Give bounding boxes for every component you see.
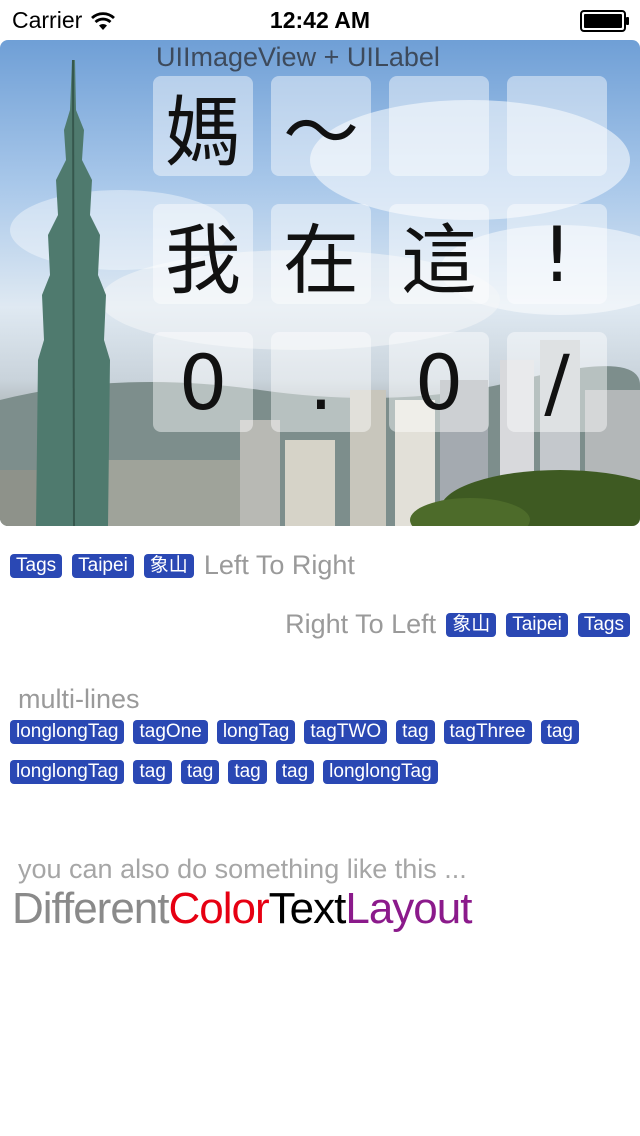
- glyph-cell: 0: [389, 332, 489, 432]
- tag[interactable]: longTag: [216, 720, 296, 744]
- tag[interactable]: tag: [396, 720, 435, 744]
- glyph-cell: 我: [153, 204, 253, 305]
- status-bar: Carrier 12:42 AM: [0, 0, 640, 40]
- status-time: 12:42 AM: [269, 7, 371, 33]
- glyph-cell: !: [507, 204, 607, 304]
- tag[interactable]: tag: [275, 760, 315, 784]
- glyph-cell: [389, 76, 489, 176]
- tag[interactable]: tag: [228, 760, 267, 784]
- tag[interactable]: longlongTag: [10, 760, 125, 784]
- glyph-cell: .: [271, 332, 371, 432]
- tag[interactable]: longlongTag: [10, 720, 125, 744]
- multi-lines-label: multi-lines: [18, 684, 140, 714]
- color-word: Different: [12, 884, 169, 933]
- glyph-cell: /: [507, 332, 607, 432]
- left-to-right-label: Left To Right: [203, 550, 355, 580]
- tag[interactable]: tagOne: [133, 720, 208, 744]
- tag[interactable]: longlongTag: [323, 760, 438, 784]
- tag[interactable]: tagThree: [443, 720, 532, 744]
- tag[interactable]: tag: [180, 760, 220, 784]
- tag[interactable]: 象山: [143, 553, 194, 578]
- color-word: Color: [168, 884, 270, 933]
- hero-image-view: UIImageView + UILabel 媽 ～ 我 在 這 ! 0 . 0 …: [0, 40, 640, 526]
- hint-label: you can also do something like this ...: [18, 854, 467, 884]
- tags-left-to-right-row: Tags Taipei 象山 Left To Right: [10, 550, 355, 581]
- multi-lines-tag-row: longlongTag tag tag tag tag longlongTag: [10, 760, 438, 784]
- tag[interactable]: Taipei: [72, 553, 134, 578]
- right-to-left-label: Right To Left: [285, 609, 437, 639]
- tag[interactable]: 象山: [446, 612, 497, 637]
- tags-right-to-left-row: Right To Left 象山 Taipei Tags: [285, 609, 630, 640]
- tag[interactable]: tag: [133, 760, 172, 784]
- glyph-cell: 在: [271, 204, 371, 305]
- hero-caption: UIImageView + UILabel: [156, 42, 440, 72]
- glyph-grid: 媽 ～ 我 在 這 ! 0 . 0 /: [153, 76, 609, 434]
- tag[interactable]: tag: [540, 720, 579, 744]
- color-text-layout: DifferentColorTextLayout: [12, 884, 472, 934]
- glyph-cell: 0: [153, 332, 253, 432]
- glyph-cell: [507, 76, 607, 176]
- multi-lines-tag-row: longlongTag tagOne longTag tagTWO tag ta…: [10, 720, 579, 744]
- tag[interactable]: tagTWO: [304, 720, 388, 744]
- glyph-cell: 媽: [153, 76, 253, 177]
- battery-icon: [580, 10, 629, 32]
- tag[interactable]: Taipei: [506, 612, 568, 637]
- color-word: Layout: [345, 884, 472, 933]
- glyph-cell: 這: [389, 204, 489, 305]
- color-word: Text: [268, 884, 347, 933]
- tag[interactable]: Tags: [577, 612, 630, 637]
- tag[interactable]: Tags: [10, 553, 63, 578]
- glyph-cell: ～: [271, 76, 371, 177]
